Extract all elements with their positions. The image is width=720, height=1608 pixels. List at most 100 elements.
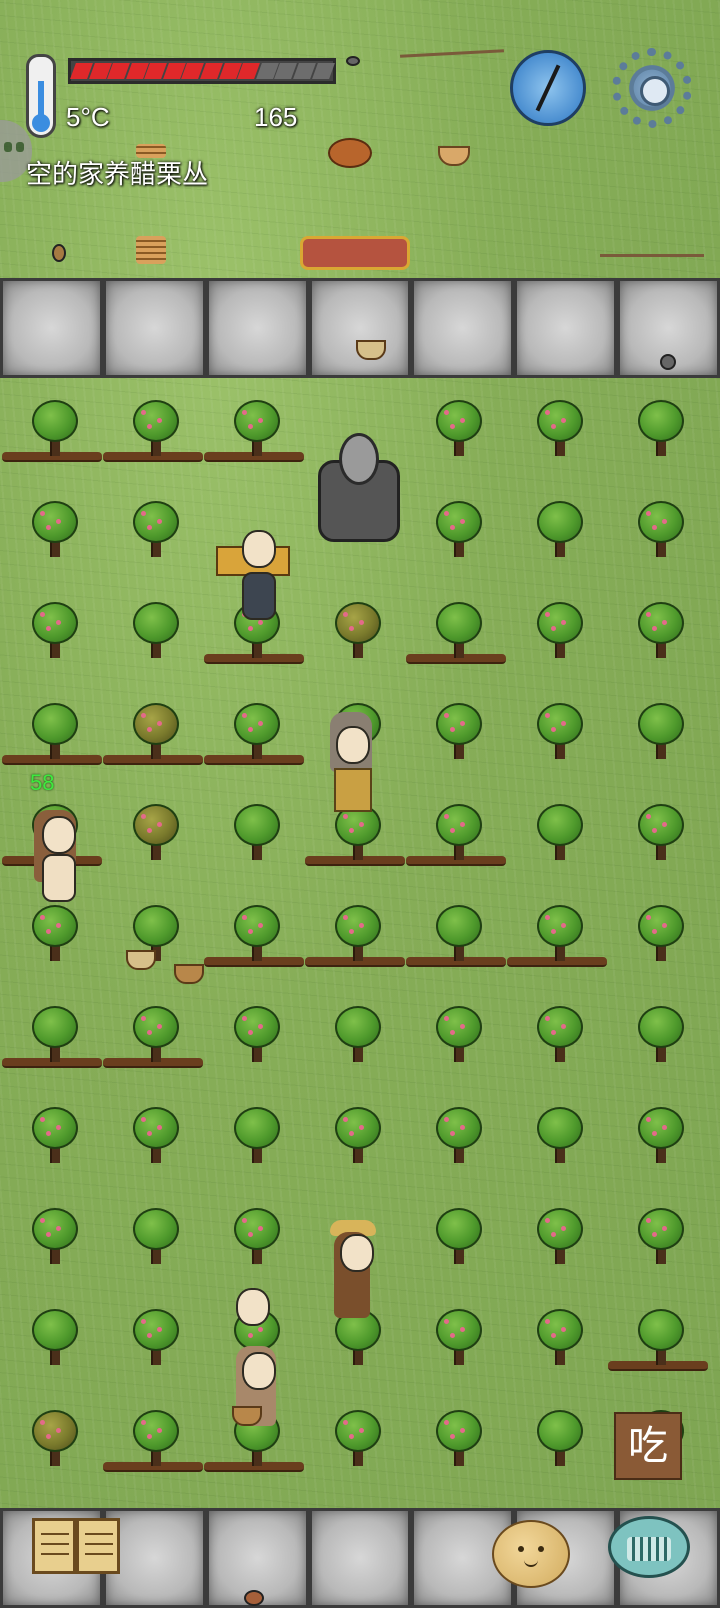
gooseberry-bush[interactable] [632,905,688,971]
gooseberry-bush[interactable] [329,905,385,971]
gooseberry-bush[interactable] [127,804,183,870]
clay-bowl[interactable] [438,146,470,166]
gooseberry-bush[interactable] [26,1410,82,1476]
gooseberry-bush[interactable] [26,1309,82,1375]
gooseberry-bush[interactable] [26,501,82,567]
gooseberry-bush[interactable] [632,400,688,466]
round-stone[interactable] [244,1590,264,1606]
gooseberry-bush[interactable] [26,602,82,668]
gooseberry-bush[interactable] [531,1309,587,1375]
round-stone[interactable] [52,244,66,262]
gooseberry-bush[interactable] [430,400,486,466]
emote-mouth [524,1558,538,1567]
round-stone[interactable] [346,56,360,66]
gear-icon[interactable] [612,48,692,128]
gooseberry-bush[interactable] [228,400,284,466]
keyboard-icon[interactable] [608,1516,690,1578]
villager-wolf-hat[interactable] [328,712,378,822]
gooseberry-bush[interactable] [632,1107,688,1173]
gooseberry-bush[interactable] [430,804,486,870]
gooseberry-bush[interactable] [26,1006,82,1072]
deep-well[interactable] [318,433,400,542]
gooseberry-bush[interactable] [127,1410,183,1476]
book-icon[interactable] [32,1518,124,1580]
gooseberry-bush[interactable] [228,1006,284,1072]
villager-straw-hat[interactable] [330,1220,380,1330]
gooseberry-bush[interactable] [127,1208,183,1274]
gooseberry-bush[interactable] [430,1006,486,1072]
gooseberry-bush[interactable] [430,602,486,668]
berry [343,1420,348,1425]
gooseberry-bush[interactable] [228,1107,284,1173]
berry [242,1016,247,1021]
gooseberry-bush[interactable] [531,703,587,769]
gooseberry-bush[interactable] [127,703,183,769]
compass-icon[interactable] [510,50,586,126]
gooseberry-bush[interactable] [127,1006,183,1072]
gooseberry-bush[interactable] [127,501,183,567]
gooseberry-bush[interactable] [632,1006,688,1072]
well-pump-wheel [339,433,379,485]
villager-child[interactable] [232,1284,272,1344]
berry [561,620,566,625]
basket[interactable] [174,964,204,984]
gooseberry-bush[interactable] [430,1309,486,1375]
gooseberry-bush[interactable] [127,602,183,668]
gooseberry-bush[interactable] [531,1208,587,1274]
gooseberry-bush[interactable] [632,1309,688,1375]
snare-trap[interactable] [356,340,386,360]
gooseberry-bush[interactable] [531,501,587,567]
gooseberry-bush[interactable] [26,1107,82,1173]
gooseberry-bush[interactable] [228,804,284,870]
emote-face-icon[interactable] [492,1520,570,1588]
gooseberry-bush[interactable] [228,1208,284,1274]
player-character[interactable] [30,810,90,920]
gooseberry-bush[interactable] [531,400,587,466]
gooseberry-bush[interactable] [430,703,486,769]
gooseberry-bush[interactable] [127,1107,183,1173]
gooseberry-bush[interactable] [26,400,82,466]
book-line [85,1553,113,1555]
gooseberry-bush[interactable] [531,1006,587,1072]
villager-with-basket[interactable] [232,1346,282,1456]
branch[interactable] [600,254,704,257]
gooseberry-bush[interactable] [430,1107,486,1173]
gooseberry-bush[interactable] [430,501,486,567]
game-world[interactable]: 58 5°C 165 空的家养醋栗丛 吃 [0,0,720,1608]
gooseberry-bush[interactable] [632,501,688,567]
gooseberry-bush[interactable] [26,703,82,769]
round-stone[interactable] [660,354,676,370]
gooseberry-bush[interactable] [632,1208,688,1274]
gooseberry-bush[interactable] [329,602,385,668]
gooseberry-bush[interactable] [127,1309,183,1375]
thermometer-icon [26,54,56,138]
bush-crown [133,400,179,442]
gooseberry-bush[interactable] [228,703,284,769]
gooseberry-bush[interactable] [127,400,183,466]
eat-button[interactable]: 吃 [614,1412,682,1480]
gooseberry-bush[interactable] [430,1208,486,1274]
gooseberry-bush[interactable] [632,602,688,668]
gooseberry-bush[interactable] [632,703,688,769]
villager-carrying-crate[interactable] [216,528,296,628]
gooseberry-bush[interactable] [430,905,486,971]
gooseberry-bush[interactable] [430,1410,486,1476]
snare-trap[interactable] [126,950,156,970]
gooseberry-bush[interactable] [531,905,587,971]
gooseberry-bush[interactable] [329,1410,385,1476]
gooseberry-bush[interactable] [531,804,587,870]
gooseberry-bush[interactable] [632,804,688,870]
bed[interactable] [300,236,410,270]
gooseberry-bush[interactable] [329,1006,385,1072]
berry [646,1117,651,1122]
gooseberry-bush[interactable] [531,1410,587,1476]
branch[interactable] [399,49,505,58]
gooseberry-bush[interactable] [228,905,284,971]
gooseberry-bush[interactable] [531,602,587,668]
gooseberry-bush[interactable] [26,1208,82,1274]
gooseberry-bush[interactable] [329,1107,385,1173]
leaf-pile[interactable] [328,138,372,168]
bush-crown [133,905,179,947]
gooseberry-bush[interactable] [531,1107,587,1173]
adobe-stack[interactable] [136,236,166,264]
